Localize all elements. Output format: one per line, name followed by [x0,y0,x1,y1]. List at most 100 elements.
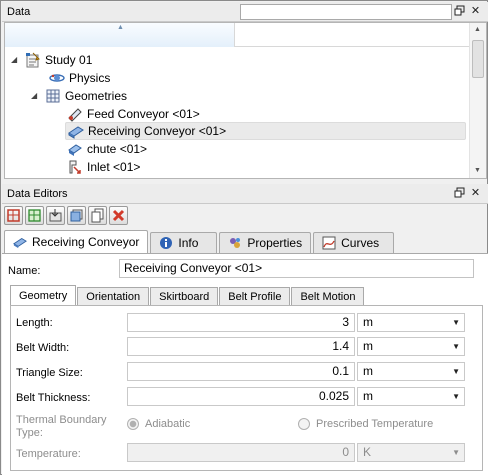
study-icon [25,52,41,68]
float-panel-icon[interactable] [453,5,466,18]
temperature-input[interactable]: 0 [127,443,355,462]
tab-label: Curves [341,236,380,250]
unit-value: K [363,445,372,459]
import-button[interactable] [46,206,65,225]
tab-info[interactable]: Info [150,232,218,253]
sort-ascending-icon: ▲ [117,24,124,31]
tab-receiving-conveyor[interactable]: Receiving Conveyor [4,230,149,253]
unit-value: m [363,364,373,378]
tree-item-label: Feed Conveyor <01> [87,107,200,121]
triangle-size-label: Triangle Size: [16,367,83,379]
chevron-down-icon: ▼ [452,448,460,457]
curves-icon [322,236,336,250]
info-icon [159,236,173,250]
belt-thickness-label: Belt Thickness: [16,392,91,404]
import-icon [49,209,62,222]
scroll-thumb[interactable] [472,40,484,78]
name-label: Name: [8,265,41,277]
tree-item-label: chute <01> [87,142,148,156]
subtab-geometry[interactable]: Geometry [10,285,77,305]
app-window: Data ✕ ▲ ◢ Study 01 Physics ◢ Geometries… [0,0,488,475]
unit-value: m [363,389,373,403]
tree-item-physics[interactable]: Physics [49,69,110,87]
tree-scrollbar[interactable]: ▲ ▼ [469,23,486,178]
tree-item-chute[interactable]: chute <01> [67,140,147,158]
tree-item-label: Inlet <01> [87,160,141,174]
tree-item-geometries[interactable]: ◢ Geometries [31,87,127,105]
close-panel-icon[interactable]: ✕ [469,5,482,18]
subtab-orientation[interactable]: Orientation [77,287,150,305]
unit-value: m [363,315,373,329]
receiving-conveyor-icon [68,123,84,139]
chevron-down-icon: ▼ [452,367,460,376]
tab-label: Receiving Conveyor [32,235,140,249]
tree-item-feed-conveyor[interactable]: Feed Conveyor <01> [67,105,200,123]
tree-item-label: Geometries [65,89,128,103]
duplicate-button[interactable] [88,206,107,225]
geometry-tool-icon [7,209,20,222]
subtab-skirtboard[interactable]: Skirtboard [150,287,219,305]
thermal-boundary-label-type: Type: [16,427,43,439]
tab-label: Info [178,236,199,250]
tab-label: Properties [247,236,303,250]
copy-geometry-button[interactable] [25,206,44,225]
feed-conveyor-icon [67,106,83,122]
tree-column-header[interactable]: ▲ [5,23,469,47]
data-tree: ▲ ◢ Study 01 Physics ◢ Geometries Feed C… [4,22,487,179]
tab-curves[interactable]: Curves [313,232,395,253]
scroll-down-icon[interactable]: ▼ [474,167,481,174]
belt-width-unit-select[interactable]: m ▼ [357,337,465,356]
temperature-label: Temperature: [16,448,81,460]
belt-thickness-input[interactable]: 0.025 [127,387,355,406]
physics-icon [49,70,65,86]
data-panel-title: Data [7,5,31,18]
chevron-down-icon: ▼ [452,342,460,351]
unit-value: m [363,339,373,353]
subtab-belt-motion[interactable]: Belt Motion [291,287,365,305]
subtab-belt-profile[interactable]: Belt Profile [219,287,291,305]
tree-item-label: Receiving Conveyor <01> [88,124,227,138]
tab-properties[interactable]: Properties [219,232,312,253]
tree-item-label: Physics [69,71,111,85]
chute-icon [67,141,83,157]
copy-geometry-icon [28,209,41,222]
editor-tabs: Receiving Conveyor Info Properties Curve… [4,230,396,253]
temperature-unit-select[interactable]: K ▼ [357,443,465,462]
prescribed-temperature-label: Prescribed Temperature [316,418,434,430]
close-panel-icon[interactable]: ✕ [469,187,482,200]
geometries-icon [45,88,61,104]
length-input[interactable]: 3 [127,313,355,332]
length-label: Length: [16,317,53,329]
scroll-up-icon[interactable]: ▲ [474,26,481,33]
chevron-down-icon: ▼ [452,392,460,401]
tree-item-receiving-conveyor[interactable]: Receiving Conveyor <01> [65,122,466,140]
data-search-input[interactable] [240,4,452,20]
data-panel-header: Data ✕ [2,2,488,22]
expander-expanded-icon[interactable]: ◢ [31,91,37,100]
adiabatic-label: Adiabatic [145,418,191,430]
editors-panel-header: Data Editors ✕ [2,184,488,204]
expander-expanded-icon[interactable]: ◢ [11,55,17,64]
editor-toolbar [4,206,128,228]
editors-panel-title: Data Editors [7,187,68,200]
chevron-down-icon: ▼ [452,318,460,327]
belt-thickness-unit-select[interactable]: m ▼ [357,387,465,406]
delete-button[interactable] [109,206,128,225]
inlet-icon [67,159,83,175]
name-input[interactable]: Receiving Conveyor <01> [119,259,474,278]
tree-item-inlet[interactable]: Inlet <01> [67,158,140,176]
length-unit-select[interactable]: m ▼ [357,313,465,332]
tree-item-label: Study 01 [45,53,93,67]
conveyor-tab-icon [13,235,27,249]
prescribed-temperature-radio[interactable] [298,418,310,430]
belt-width-label: Belt Width: [16,342,70,354]
geometry-tool-button[interactable] [4,206,23,225]
triangle-size-unit-select[interactable]: m ▼ [357,362,465,381]
adiabatic-radio[interactable] [127,418,139,430]
layers-button[interactable] [67,206,86,225]
triangle-size-input[interactable]: 0.1 [127,362,355,381]
float-panel-icon[interactable] [453,187,466,200]
belt-width-input[interactable]: 1.4 [127,337,355,356]
tree-item-study[interactable]: ◢ Study 01 [11,51,92,69]
geometry-subtabs: Geometry Orientation Skirtboard Belt Pro… [10,285,365,305]
